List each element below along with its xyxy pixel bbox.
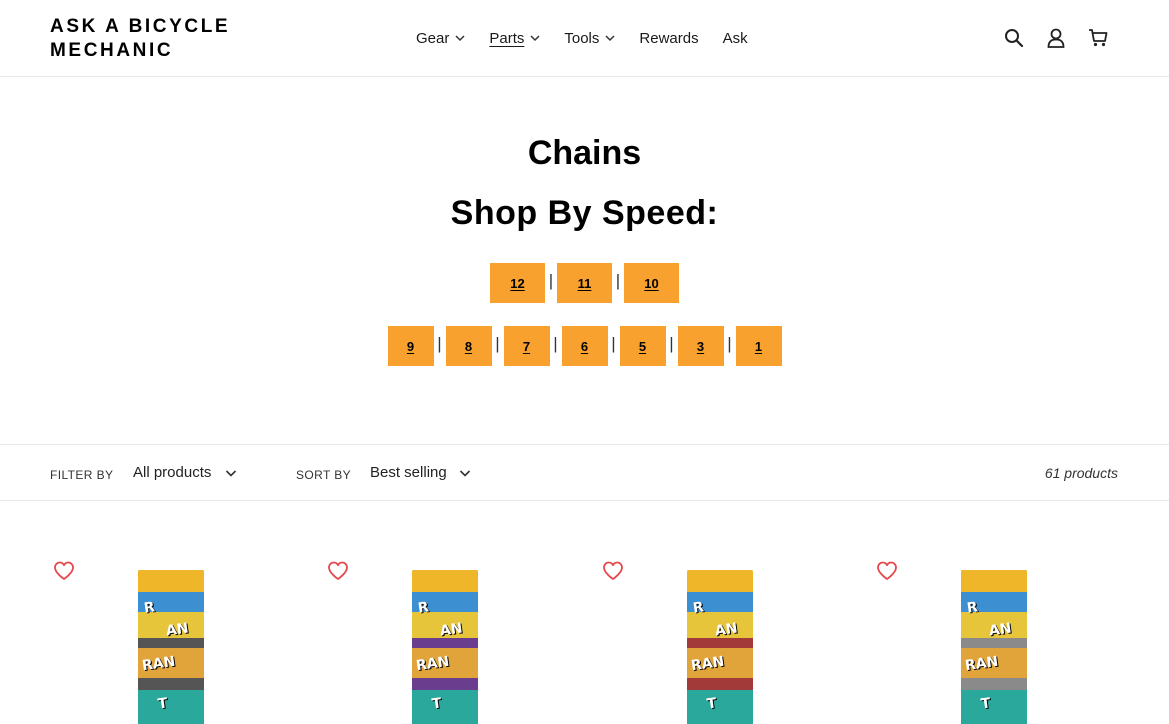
speed-separator: |	[548, 271, 554, 290]
nav-label: Gear	[416, 29, 450, 47]
main-nav: Gear Parts Tools Rewards Ask	[416, 28, 772, 48]
chevron-down-icon	[225, 468, 237, 478]
speed-separator: |	[727, 334, 732, 353]
product-count: 61 products	[1044, 465, 1118, 481]
account-icon[interactable]	[1044, 26, 1068, 50]
speed-button-5[interactable]: 5	[619, 326, 666, 366]
nav-item-gear[interactable]: Gear	[416, 28, 465, 48]
speed-button-3[interactable]: 3	[677, 326, 724, 366]
product-card[interactable]: R AN RAN T	[50, 556, 300, 724]
sort-by-label: SORT BY	[296, 468, 352, 482]
nav-label: Tools	[564, 29, 600, 47]
filter-select-value: All products	[133, 464, 212, 481]
wishlist-heart-icon[interactable]	[327, 561, 349, 581]
header-icons	[1002, 26, 1128, 50]
filter-select[interactable]: All products	[133, 464, 237, 481]
speed-separator: |	[669, 334, 674, 353]
product-card[interactable]: R AN RAN T	[599, 556, 849, 724]
speed-button-6[interactable]: 6	[561, 326, 608, 366]
cart-icon[interactable]	[1086, 26, 1110, 50]
site-header: ASK A BICYCLE MECHANIC Gear Parts Tools …	[0, 0, 1169, 77]
search-icon[interactable]	[1002, 26, 1026, 50]
chain-box-image[interactable]: R AN RAN T	[687, 570, 753, 724]
chain-box-image[interactable]: R AN RAN T	[412, 570, 478, 724]
page-title: Chains	[527, 134, 642, 172]
filter-by-label: FILTER BY	[50, 468, 114, 482]
nav-item-ask[interactable]: Ask	[723, 28, 748, 48]
shop-by-speed-heading: Shop By Speed:	[450, 194, 719, 232]
filter-bar: FILTER BY All products SORT BY Best sell…	[0, 444, 1169, 501]
nav-label: Rewards	[639, 29, 699, 47]
site-logo[interactable]: ASK A BICYCLE MECHANIC	[50, 15, 230, 63]
speed-button-9[interactable]: 9	[387, 326, 434, 366]
speed-button-10[interactable]: 10	[624, 263, 679, 303]
nav-label: Ask	[722, 29, 748, 47]
speed-button-12[interactable]: 12	[490, 263, 545, 303]
speed-separator: |	[437, 334, 442, 353]
logo-line-1: ASK A BICYCLE	[50, 16, 231, 37]
product-card[interactable]: R AN RAN T	[324, 556, 574, 724]
chain-box-image[interactable]: R AN RAN T	[961, 570, 1027, 724]
sort-select[interactable]: Best selling	[370, 464, 471, 481]
chevron-down-icon	[459, 468, 471, 478]
speed-separator: |	[553, 334, 558, 353]
nav-item-parts[interactable]: Parts	[489, 28, 540, 48]
wishlist-heart-icon[interactable]	[602, 561, 624, 581]
speed-separator: |	[495, 334, 500, 353]
wishlist-heart-icon[interactable]	[876, 561, 898, 581]
nav-item-tools[interactable]: Tools	[564, 28, 615, 48]
logo-line-2: MECHANIC	[50, 40, 174, 61]
sort-select-value: Best selling	[370, 464, 447, 481]
speed-separator: |	[611, 334, 616, 353]
nav-item-rewards[interactable]: Rewards	[639, 28, 698, 48]
nav-label: Parts	[489, 29, 525, 47]
speed-button-7[interactable]: 7	[503, 326, 550, 366]
wishlist-heart-icon[interactable]	[53, 561, 75, 581]
speed-buttons-row-1: 12 | 11 | 10	[0, 263, 1169, 303]
speed-button-11[interactable]: 11	[557, 263, 612, 303]
chain-box-image[interactable]: R AN RAN T	[138, 570, 204, 724]
speed-button-1[interactable]: 1	[735, 326, 782, 366]
chevron-down-icon	[455, 33, 465, 43]
speed-separator: |	[615, 271, 621, 290]
chevron-down-icon	[605, 33, 615, 43]
product-card[interactable]: R AN RAN T	[873, 556, 1123, 724]
speed-button-8[interactable]: 8	[445, 326, 492, 366]
speed-buttons-row-2: 9 | 8 | 7 | 6 | 5 | 3 | 1	[0, 326, 1169, 366]
chevron-down-icon	[530, 33, 540, 43]
